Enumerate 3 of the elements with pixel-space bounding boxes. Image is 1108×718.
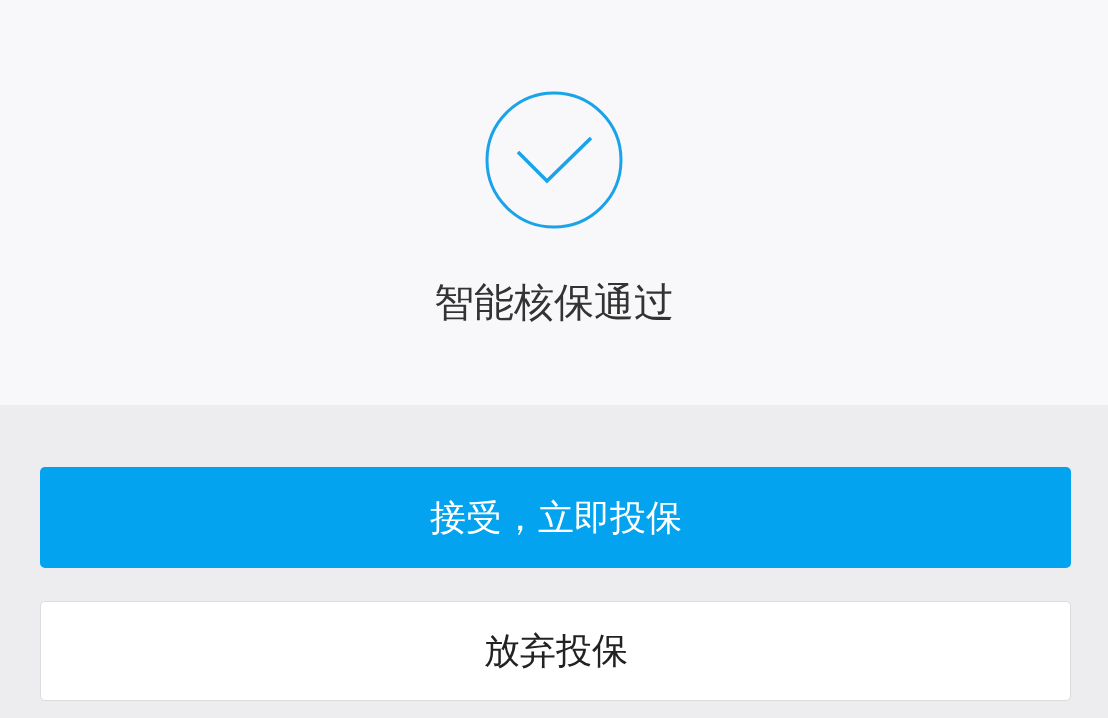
result-title: 智能核保通过: [434, 278, 674, 327]
decline-button[interactable]: 放弃投保: [40, 601, 1071, 701]
checkmark-icon: [484, 90, 624, 230]
